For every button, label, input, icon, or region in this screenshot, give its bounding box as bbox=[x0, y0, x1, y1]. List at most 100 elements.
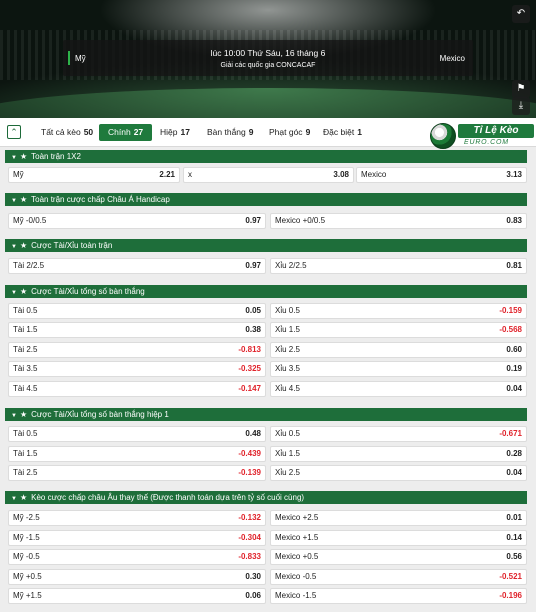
chevron-down-icon: ▼ bbox=[11, 496, 17, 502]
odds-cell[interactable]: Xỉu 2/2.5 0.81 bbox=[270, 258, 527, 274]
odds-cell[interactable]: Mexico -0.5 -0.521 bbox=[270, 569, 527, 585]
tab-all-markets[interactable]: Tất cả kèo 50 bbox=[41, 124, 93, 141]
odds-cell[interactable]: Mỹ 2.21 bbox=[8, 167, 180, 183]
league-name: Giải các quốc gia CONCACAF bbox=[220, 62, 316, 69]
odds-value: -0.568 bbox=[499, 325, 522, 334]
odds-value: 0.38 bbox=[245, 325, 261, 334]
odds-value: -0.439 bbox=[238, 449, 261, 458]
odds-cell[interactable]: Xỉu 1.5 -0.568 bbox=[270, 322, 527, 338]
odds-cell[interactable]: Mỹ +0.5 0.30 bbox=[8, 569, 266, 585]
selection-label: Mexico +1.5 bbox=[275, 533, 319, 542]
odds-cell[interactable]: Tài 2.5 -0.813 bbox=[8, 342, 266, 358]
odds-value: 0.06 bbox=[245, 591, 261, 600]
tab-corners[interactable]: Phạt góc 9 bbox=[269, 124, 310, 141]
collapse-all-icon[interactable]: ⌃ bbox=[7, 125, 21, 139]
odds-cell[interactable]: x 3.08 bbox=[183, 167, 354, 183]
odds-cell[interactable]: Tài 2/2.5 0.97 bbox=[8, 258, 266, 274]
odds-cell[interactable]: Tài 1.5 0.38 bbox=[8, 322, 266, 338]
star-icon[interactable]: ★ bbox=[20, 285, 27, 298]
odds-cell[interactable]: Tài 3.5 -0.325 bbox=[8, 361, 266, 377]
odds-cell[interactable]: Xỉu 4.5 0.04 bbox=[270, 381, 527, 397]
odds-cell[interactable]: Mỹ +1.5 0.06 bbox=[8, 588, 266, 604]
tab-label: Đặc biệt bbox=[323, 127, 355, 137]
odds-cell[interactable]: Mỹ -1.5 -0.304 bbox=[8, 530, 266, 546]
logo-title: Tỉ Lệ Kèo bbox=[458, 124, 534, 138]
odds-cell[interactable]: Tài 0.5 0.48 bbox=[8, 426, 266, 442]
section-header[interactable]: ▼ ★ Toàn trận 1X2 bbox=[5, 150, 527, 163]
odds-cell[interactable]: Mexico +0/0.5 0.83 bbox=[270, 213, 527, 229]
odds-value: -0.521 bbox=[499, 572, 522, 581]
selection-label: Tài 0.5 bbox=[13, 306, 38, 315]
odds-cell[interactable]: Xỉu 3.5 0.19 bbox=[270, 361, 527, 377]
odds-value: -0.196 bbox=[499, 591, 522, 600]
odds-value: 0.28 bbox=[506, 449, 522, 458]
selection-label: Mỹ -0.5 bbox=[13, 552, 40, 561]
selection-label: Tài 0.5 bbox=[13, 429, 38, 438]
star-icon[interactable]: ★ bbox=[20, 491, 27, 504]
odds-value: 0.81 bbox=[506, 261, 522, 270]
odds-value: 0.04 bbox=[506, 468, 522, 477]
selection-label: Mexico -0.5 bbox=[275, 572, 317, 581]
odds-value: -0.671 bbox=[499, 429, 522, 438]
odds-cell[interactable]: Tài 2.5 -0.139 bbox=[8, 465, 266, 481]
selection-label: Xỉu 3.5 bbox=[275, 364, 300, 373]
odds-cell[interactable]: Mỹ -0.5 -0.833 bbox=[8, 549, 266, 565]
tab-main[interactable]: Chính 27 bbox=[99, 124, 153, 141]
section-header[interactable]: ▼ ★ Cược Tài/Xỉu toàn trận bbox=[5, 239, 527, 252]
section-header[interactable]: ▼ ★ Cược Tài/Xỉu tổng số bàn thắng bbox=[5, 285, 527, 298]
odds-value: 0.30 bbox=[245, 572, 261, 581]
odds-cell[interactable]: Tài 1.5 -0.439 bbox=[8, 446, 266, 462]
tab-goals[interactable]: Bàn thắng 9 bbox=[207, 124, 254, 141]
odds-cell[interactable]: Mexico -1.5 -0.196 bbox=[270, 588, 527, 604]
tab-special[interactable]: Đặc biệt 1 bbox=[323, 124, 362, 141]
logo-subtitle: EURO.COM bbox=[464, 139, 509, 146]
odds-cell[interactable]: Mexico +0.5 0.56 bbox=[270, 549, 527, 565]
selection-label: Mexico +0.5 bbox=[275, 552, 319, 561]
tab-count: 9 bbox=[305, 127, 311, 137]
odds-value: 0.97 bbox=[245, 216, 261, 225]
odds-value: -0.325 bbox=[238, 364, 261, 373]
selection-label: Mexico +0/0.5 bbox=[275, 216, 326, 225]
tab-count: 17 bbox=[180, 127, 190, 137]
odds-cell[interactable]: Mexico 3.13 bbox=[356, 167, 527, 183]
odds-cell[interactable]: Tài 0.5 0.05 bbox=[8, 303, 266, 319]
selection-label: Tài 4.5 bbox=[13, 384, 38, 393]
odds-value: -0.147 bbox=[238, 384, 261, 393]
tab-label: Chính bbox=[108, 127, 131, 137]
match-header-banner: Mỹ lúc 10:00 Thứ Sáu, 16 tháng 6 Giải cá… bbox=[0, 0, 536, 118]
star-icon[interactable]: ★ bbox=[20, 150, 27, 163]
selection-label: Mỹ -1.5 bbox=[13, 533, 40, 542]
chevron-down-icon: ▼ bbox=[11, 155, 17, 161]
odds-value: 0.01 bbox=[506, 513, 522, 522]
pin-icon[interactable]: ⚑ bbox=[512, 80, 530, 98]
odds-value: 0.05 bbox=[245, 306, 261, 315]
odds-cell[interactable]: Xỉu 2.5 0.04 bbox=[270, 465, 527, 481]
selection-label: Mỹ +1.5 bbox=[13, 591, 42, 600]
odds-cell[interactable]: Tài 4.5 -0.147 bbox=[8, 381, 266, 397]
back-icon[interactable]: ↶ bbox=[512, 5, 530, 23]
section-title: Cược Tài/Xỉu toàn trận bbox=[31, 241, 113, 250]
odds-cell[interactable]: Mexico +2.5 0.01 bbox=[270, 510, 527, 526]
section-title: Cược Tài/Xỉu tổng số bàn thắng hiệp 1 bbox=[31, 410, 169, 419]
chevron-down-icon: ▼ bbox=[11, 413, 17, 419]
odds-cell[interactable]: Xỉu 0.5 -0.159 bbox=[270, 303, 527, 319]
odds-value: -0.304 bbox=[238, 533, 261, 542]
section-header[interactable]: ▼ ★ Kèo cược chấp châu Âu thay thế (Được t… bbox=[5, 491, 527, 504]
selection-label: Xỉu 4.5 bbox=[275, 384, 300, 393]
star-icon[interactable]: ★ bbox=[20, 193, 27, 206]
section-header[interactable]: ▼ ★ Cược Tài/Xỉu tổng số bàn thắng hiệp 1 bbox=[5, 408, 527, 421]
odds-cell[interactable]: Mexico +1.5 0.14 bbox=[270, 530, 527, 546]
odds-cell[interactable]: Xỉu 2.5 0.60 bbox=[270, 342, 527, 358]
odds-cell[interactable]: Mỹ -2.5 -0.132 bbox=[8, 510, 266, 526]
odds-cell[interactable]: Mỹ -0/0.5 0.97 bbox=[8, 213, 266, 229]
section-header[interactable]: ▼ ★ Toàn trận cược chấp Châu Á Handicap bbox=[5, 193, 527, 206]
odds-cell[interactable]: Xỉu 0.5 -0.671 bbox=[270, 426, 527, 442]
odds-cell[interactable]: Xỉu 1.5 0.28 bbox=[270, 446, 527, 462]
star-icon[interactable]: ★ bbox=[20, 239, 27, 252]
tab-half[interactable]: Hiệp 17 bbox=[160, 124, 190, 141]
star-icon[interactable]: ★ bbox=[20, 408, 27, 421]
download-icon[interactable]: ⤓ bbox=[512, 97, 530, 115]
tab-label: Hiệp bbox=[160, 127, 178, 137]
selection-label: Xỉu 0.5 bbox=[275, 429, 300, 438]
selection-label: x bbox=[188, 170, 192, 179]
